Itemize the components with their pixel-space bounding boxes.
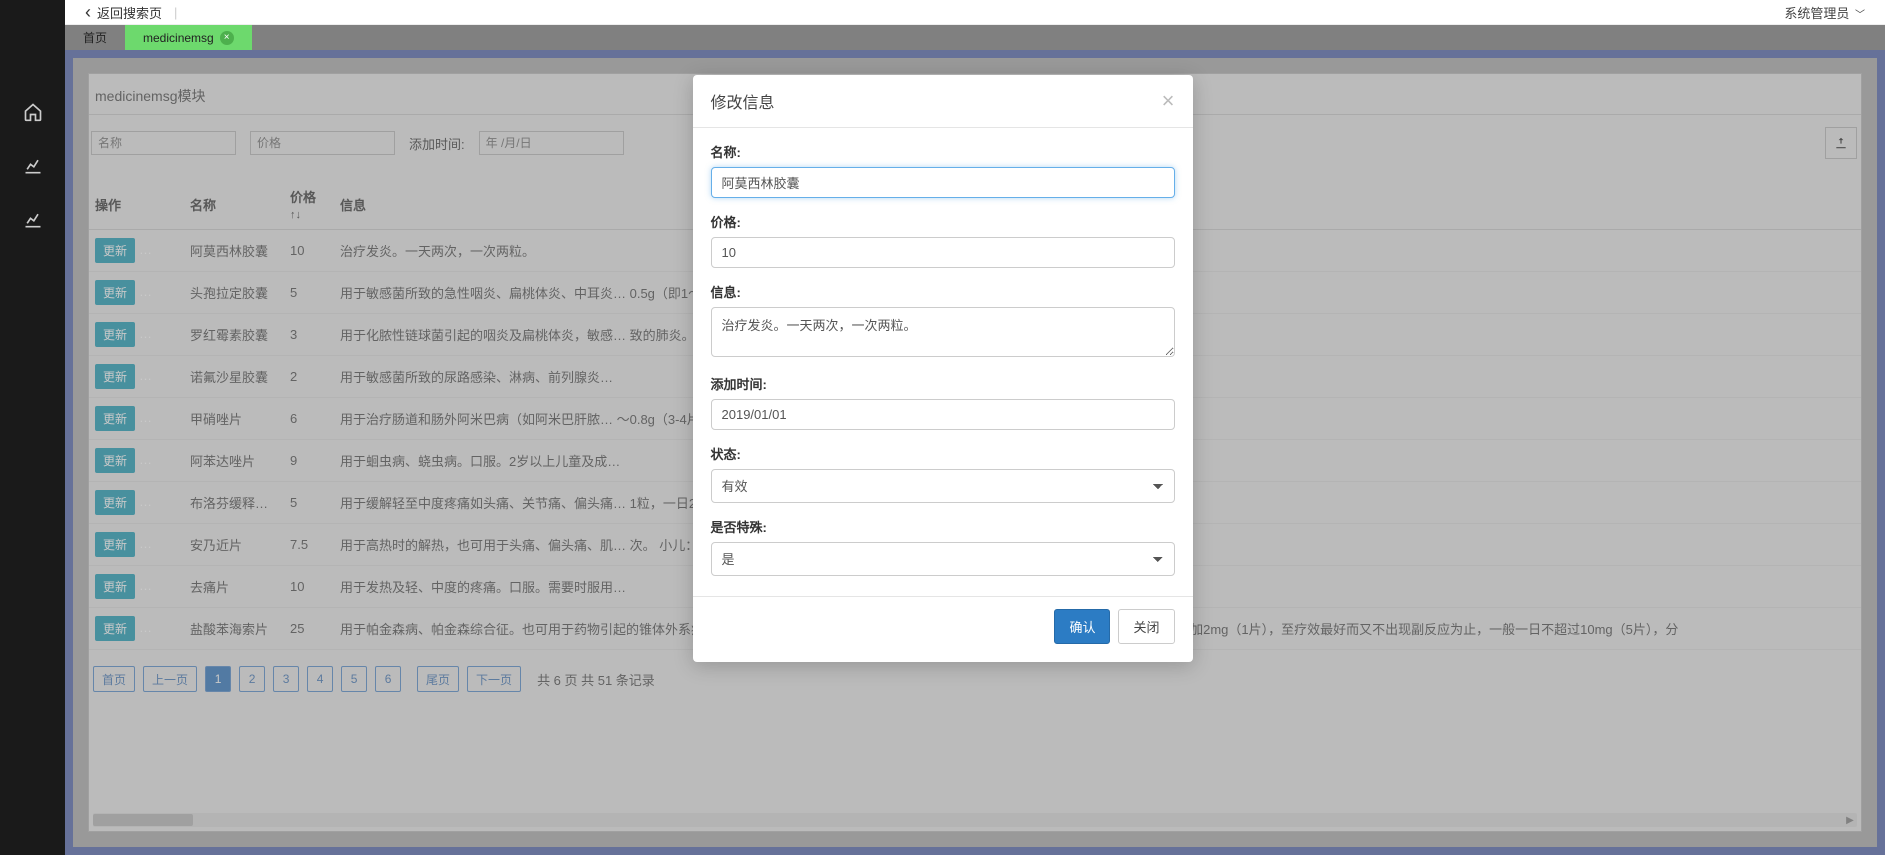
close-icon[interactable]: ×	[220, 31, 234, 45]
chart-line-icon-2[interactable]	[21, 208, 45, 232]
label-info: 信息:	[711, 282, 1175, 301]
user-label: 系统管理员	[1784, 6, 1849, 21]
tab-medicinemsg[interactable]: medicinemsg ×	[125, 25, 252, 50]
input-price[interactable]	[711, 237, 1175, 268]
home-icon[interactable]	[21, 100, 45, 124]
textarea-info[interactable]	[711, 307, 1175, 357]
edit-modal: 修改信息 × 名称: 价格: 信息: 添加时间: 状态: 有效 是否特殊: 是 …	[693, 75, 1193, 662]
left-sidebar	[0, 0, 65, 855]
select-status[interactable]: 有效	[711, 469, 1175, 503]
modal-header: 修改信息 ×	[693, 75, 1193, 128]
modal-footer: 确认 关闭	[693, 596, 1193, 662]
close-button[interactable]: 关闭	[1118, 609, 1174, 644]
input-name[interactable]	[711, 167, 1175, 198]
label-name: 名称:	[711, 142, 1175, 161]
tabbar: 首页 medicinemsg ×	[65, 25, 1885, 50]
label-special: 是否特殊:	[711, 517, 1175, 536]
label-status: 状态:	[711, 444, 1175, 463]
back-label: 返回搜索页	[97, 3, 162, 22]
user-menu[interactable]: 系统管理员 ﹀	[1784, 3, 1865, 22]
input-addtime[interactable]	[711, 399, 1175, 430]
topbar: ‹ 返回搜索页 | 系统管理员 ﹀	[65, 0, 1885, 25]
modal-close-icon[interactable]: ×	[1162, 90, 1175, 112]
label-addtime: 添加时间:	[711, 374, 1175, 393]
label-price: 价格:	[711, 212, 1175, 231]
confirm-button[interactable]: 确认	[1054, 609, 1110, 644]
back-link[interactable]: ‹ 返回搜索页	[85, 3, 162, 22]
chevron-left-icon: ‹	[85, 3, 91, 21]
modal-body: 名称: 价格: 信息: 添加时间: 状态: 有效 是否特殊: 是	[693, 128, 1193, 596]
modal-title: 修改信息	[711, 89, 775, 113]
divider: |	[174, 5, 177, 20]
tab-home[interactable]: 首页	[65, 25, 125, 50]
select-special[interactable]: 是	[711, 542, 1175, 576]
chevron-down-icon: ﹀	[1855, 10, 1865, 21]
chart-line-icon[interactable]	[21, 154, 45, 178]
